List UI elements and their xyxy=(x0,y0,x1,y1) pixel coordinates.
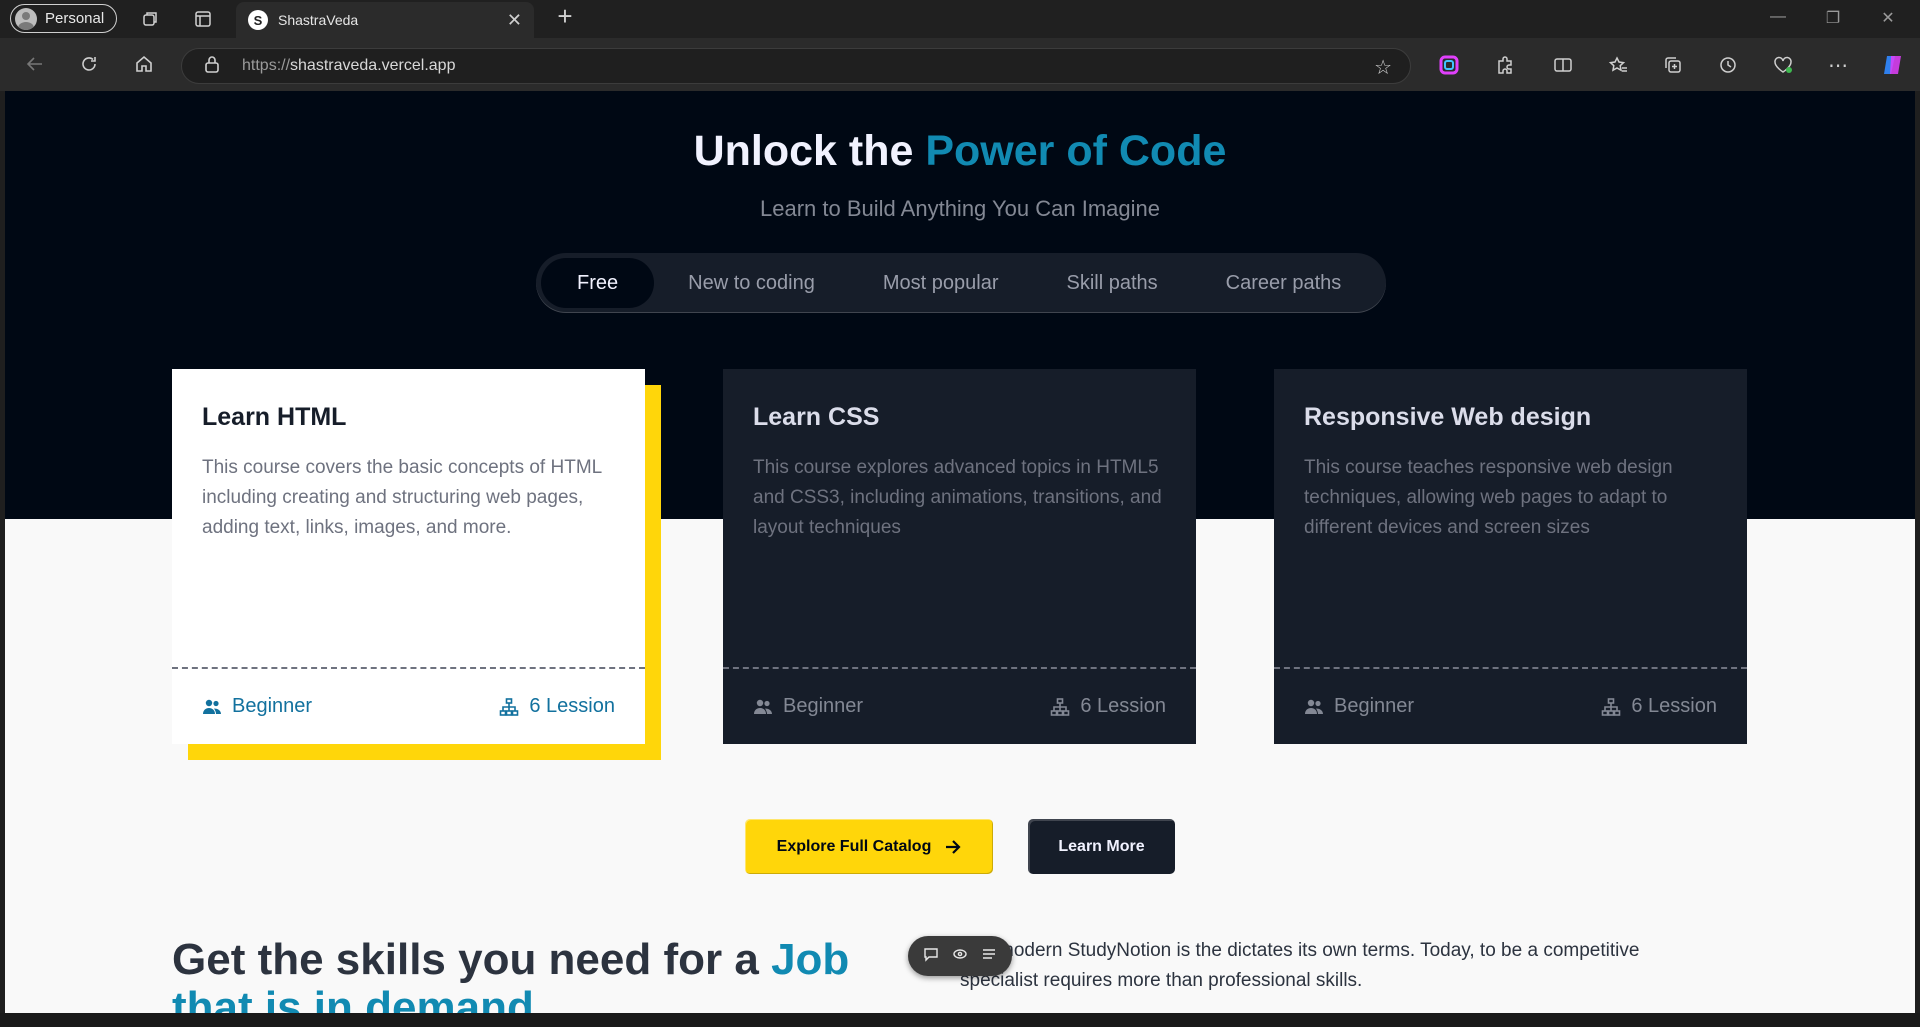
course-card-css[interactable]: Learn CSS This course explores advanced … xyxy=(723,369,1196,744)
users-icon xyxy=(1305,699,1323,714)
close-icon[interactable]: ✕ xyxy=(507,10,522,31)
arrow-right-icon xyxy=(946,839,961,854)
more-menu-icon[interactable]: ⋯ xyxy=(1823,50,1853,80)
card-title: Responsive Web design xyxy=(1304,403,1592,431)
hierarchy-icon xyxy=(500,697,519,716)
card-description: This course explores advanced topics in … xyxy=(753,457,1162,538)
history-icon[interactable] xyxy=(1713,50,1743,80)
learn-more-label: Learn More xyxy=(1058,837,1145,855)
restore-icon[interactable]: ❐ xyxy=(1823,8,1843,28)
favorite-star-icon[interactable]: ☆ xyxy=(1374,55,1392,80)
hero-subtitle: Learn to Build Anything You Can Imagine xyxy=(760,196,1160,221)
skills-paragraph: The modern StudyNotion is the dictates i… xyxy=(960,940,1640,991)
users-icon xyxy=(754,699,772,714)
lessons-label: 6 Lession xyxy=(529,695,615,717)
lock-icon[interactable] xyxy=(204,55,226,78)
hierarchy-icon xyxy=(1602,697,1621,716)
home-icon[interactable] xyxy=(128,48,160,80)
card-description: This course covers the basic concepts of… xyxy=(202,457,602,538)
address-bar[interactable]: https://shastraveda.vercel.app ☆ xyxy=(181,48,1411,84)
explore-catalog-button[interactable]: Explore Full Catalog xyxy=(745,819,993,874)
refresh-icon[interactable] xyxy=(73,48,105,80)
tab-new-to-coding[interactable]: New to coding xyxy=(654,258,849,308)
card-footer: Beginner 6 Lession xyxy=(723,667,1196,744)
lessons-label: 6 Lession xyxy=(1080,695,1166,717)
taskbar-edge xyxy=(0,1013,1920,1027)
tab-most-popular[interactable]: Most popular xyxy=(849,258,1033,308)
tab-skill-paths[interactable]: Skill paths xyxy=(1033,258,1192,308)
hero-title: Unlock the Power of Code xyxy=(5,127,1915,176)
browser-chrome: Personal S ShastraVeda ✕ + — ❐ ✕ https:/… xyxy=(0,0,1920,91)
card-footer: Beginner 6 Lession xyxy=(1274,667,1747,744)
collections-icon[interactable] xyxy=(1658,50,1688,80)
course-card-responsive[interactable]: Responsive Web design This course teache… xyxy=(1274,369,1747,744)
extensions-icon[interactable] xyxy=(1490,50,1520,80)
explore-catalog-label: Explore Full Catalog xyxy=(776,837,932,855)
floating-toolbar xyxy=(908,936,1012,976)
comment-icon[interactable] xyxy=(923,946,939,967)
profile-label: Personal xyxy=(45,10,105,27)
back-icon[interactable] xyxy=(19,48,51,80)
lessons-label: 6 Lession xyxy=(1631,695,1717,717)
list-menu-icon[interactable] xyxy=(981,946,997,967)
course-filter-tabs: Free New to coding Most popular Skill pa… xyxy=(536,253,1386,313)
hierarchy-icon xyxy=(1051,697,1070,716)
tab-career-paths[interactable]: Career paths xyxy=(1192,258,1376,308)
split-screen-icon[interactable] xyxy=(1548,50,1578,80)
skills-heading-prefix: Get the skills you need for a xyxy=(172,935,772,984)
view-icon[interactable] xyxy=(952,946,968,967)
card-lessons: 6 Lession xyxy=(1601,695,1717,718)
avatar-icon xyxy=(15,7,37,30)
card-footer: Beginner 6 Lession xyxy=(172,667,645,744)
tab-shastraveda[interactable]: S ShastraVeda ✕ xyxy=(236,2,534,38)
skills-heading: Get the skills you need for a Job that i… xyxy=(172,935,912,1014)
favorites-icon[interactable] xyxy=(1603,50,1633,80)
tab-actions-icon[interactable] xyxy=(191,7,215,31)
hero-title-prefix: Unlock the xyxy=(693,127,926,175)
level-label: Beginner xyxy=(783,695,864,717)
card-lessons: 6 Lession xyxy=(1050,695,1166,718)
card-lessons: 6 Lession xyxy=(499,695,615,718)
new-tab-icon[interactable]: + xyxy=(553,1,577,31)
level-label: Beginner xyxy=(1334,695,1415,717)
tab-favicon: S xyxy=(248,10,268,30)
course-card-html[interactable]: Learn HTML This course covers the basic … xyxy=(172,369,645,744)
url-host: shastraveda.vercel.app xyxy=(290,57,456,74)
tab-bar: Personal S ShastraVeda ✕ + — ❐ ✕ xyxy=(0,0,1920,38)
window-close-icon[interactable]: ✕ xyxy=(1878,8,1898,28)
page-viewport: Unlock the Power of Code Learn to Build … xyxy=(5,91,1915,1013)
card-level: Beginner xyxy=(753,695,863,718)
copilot-icon[interactable] xyxy=(1878,50,1908,80)
url-protocol: https:// xyxy=(242,57,291,74)
tab-free[interactable]: Free xyxy=(541,258,655,308)
card-title: Learn HTML xyxy=(202,403,347,431)
card-level: Beginner xyxy=(1304,695,1414,718)
copilot-color-icon[interactable] xyxy=(1434,50,1464,80)
card-title: Learn CSS xyxy=(753,403,880,431)
workspaces-icon[interactable] xyxy=(139,7,163,31)
card-level: Beginner xyxy=(202,695,312,718)
profile-button[interactable]: Personal xyxy=(10,4,118,33)
tab-title: ShastraVeda xyxy=(278,12,359,28)
level-label: Beginner xyxy=(232,695,313,717)
card-description: This course teaches responsive web desig… xyxy=(1304,457,1673,538)
health-icon[interactable] xyxy=(1768,50,1798,80)
address-row: https://shastraveda.vercel.app ☆ ⋯ xyxy=(0,38,1920,91)
users-icon xyxy=(203,699,221,714)
hero-title-highlight: Power of Code xyxy=(925,127,1227,175)
learn-more-button[interactable]: Learn More xyxy=(1028,819,1175,874)
minimize-icon[interactable]: — xyxy=(1768,8,1788,26)
